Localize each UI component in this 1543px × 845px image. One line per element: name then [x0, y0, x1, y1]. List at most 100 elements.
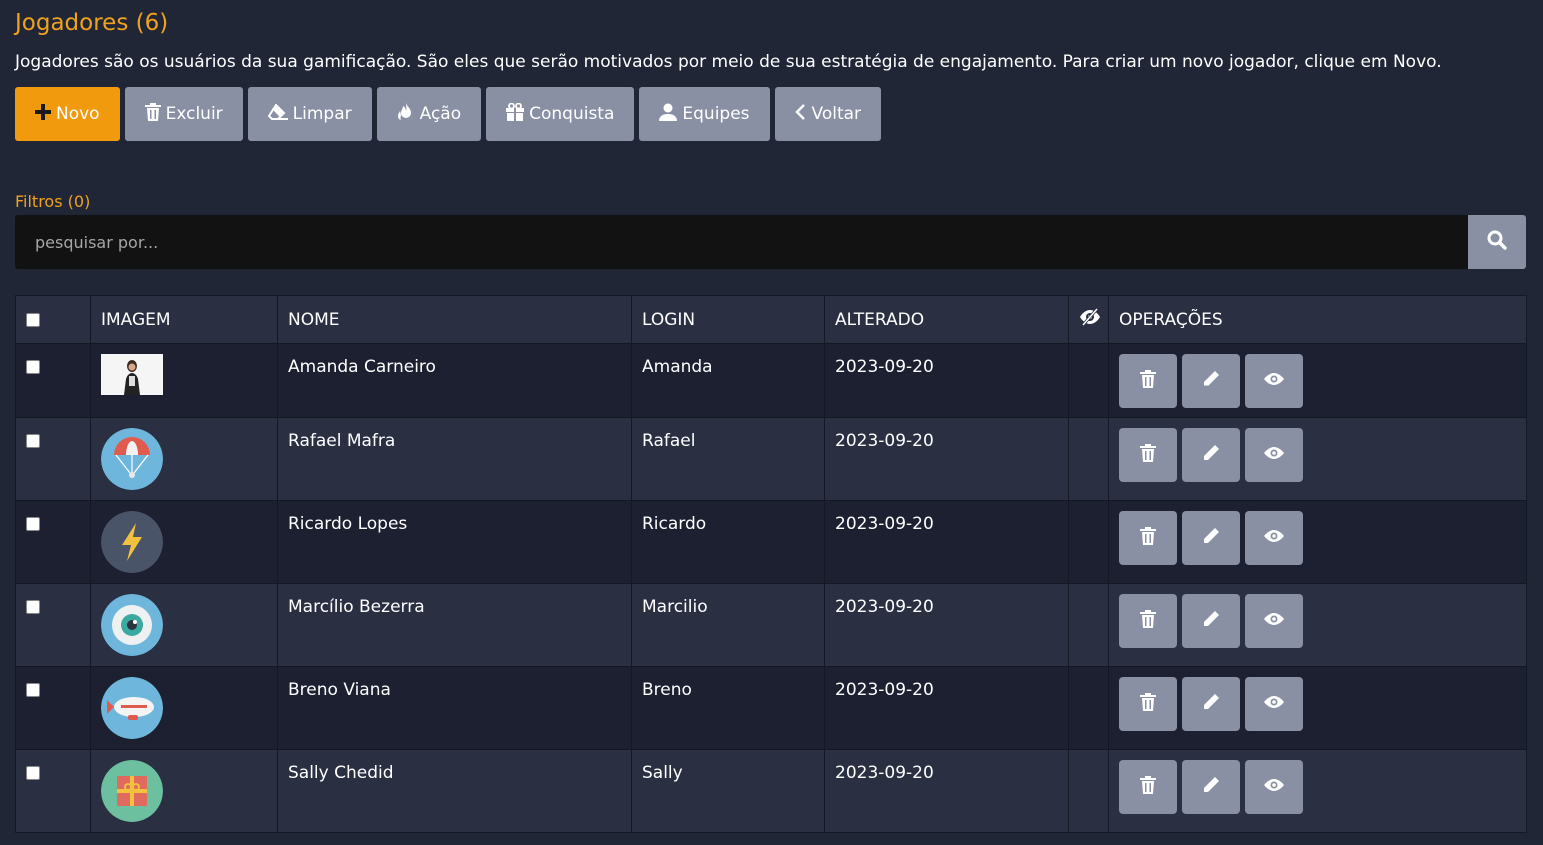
pencil-icon [1202, 610, 1220, 633]
player-changed: 2023-09-20 [824, 500, 1069, 584]
eye-avatar-icon [101, 594, 163, 656]
trash-icon [144, 103, 161, 125]
page-description: Jogadores são os usuários da sua gamific… [15, 52, 1442, 72]
pencil-icon [1202, 776, 1220, 799]
trash-icon [1140, 609, 1156, 633]
teams-button-label: Equipes [682, 104, 750, 124]
row-checkbox[interactable] [26, 360, 40, 374]
delete-row-button[interactable] [1119, 511, 1177, 565]
edit-row-button[interactable] [1182, 511, 1240, 565]
row-checkbox[interactable] [26, 683, 40, 697]
player-photo [101, 354, 163, 395]
view-row-button[interactable] [1245, 760, 1303, 814]
visibility-icon[interactable] [1079, 308, 1101, 331]
trash-icon [1140, 369, 1156, 393]
eye-icon [1263, 528, 1285, 548]
player-login: Sally [631, 749, 825, 833]
eye-icon [1263, 611, 1285, 631]
edit-row-button[interactable] [1182, 428, 1240, 482]
table-row: Sally Chedid Sally 2023-09-20 [15, 749, 1527, 833]
achievement-button-label: Conquista [529, 104, 615, 124]
table-row: Amanda Carneiro Amanda 2023-09-20 [15, 343, 1527, 418]
eraser-icon [267, 103, 288, 124]
lightning-icon [101, 511, 163, 573]
view-row-button[interactable] [1245, 511, 1303, 565]
player-name: Sally Chedid [277, 749, 632, 833]
player-name: Amanda Carneiro [277, 343, 632, 418]
row-checkbox[interactable] [26, 517, 40, 531]
player-name: Marcílio Bezerra [277, 583, 632, 667]
player-login: Amanda [631, 343, 825, 418]
player-changed: 2023-09-20 [824, 583, 1069, 667]
pencil-icon [1202, 444, 1220, 467]
table-row: Rafael Mafra Rafael 2023-09-20 [15, 417, 1527, 501]
player-name: Breno Viana [277, 666, 632, 750]
gift-icon [506, 102, 525, 125]
table-header-row: IMAGEM NOME LOGIN ALTERADO OPERAÇÕES [15, 295, 1527, 344]
trash-icon [1140, 775, 1156, 799]
player-name: Ricardo Lopes [277, 500, 632, 584]
delete-row-button[interactable] [1119, 677, 1177, 731]
fire-icon [397, 103, 415, 125]
blimp-icon [101, 677, 163, 739]
column-header-image[interactable]: IMAGEM [90, 295, 278, 344]
search-button[interactable] [1468, 215, 1526, 269]
pencil-icon [1202, 693, 1220, 716]
view-row-button[interactable] [1245, 594, 1303, 648]
player-changed: 2023-09-20 [824, 749, 1069, 833]
gift-avatar-icon [101, 760, 163, 822]
eye-icon [1263, 445, 1285, 465]
view-row-button[interactable] [1245, 677, 1303, 731]
view-row-button[interactable] [1245, 428, 1303, 482]
search-icon [1487, 230, 1507, 254]
column-header-name[interactable]: NOME [277, 295, 632, 344]
edit-row-button[interactable] [1182, 594, 1240, 648]
teams-button[interactable]: Equipes [639, 87, 770, 141]
eye-icon [1263, 777, 1285, 797]
player-changed: 2023-09-20 [824, 666, 1069, 750]
edit-row-button[interactable] [1182, 677, 1240, 731]
select-all-checkbox[interactable] [26, 312, 40, 327]
player-login: Rafael [631, 417, 825, 501]
player-login: Marcilio [631, 583, 825, 667]
row-checkbox[interactable] [26, 600, 40, 614]
trash-icon [1140, 526, 1156, 550]
action-button[interactable]: Ação [376, 87, 482, 141]
column-header-login[interactable]: LOGIN [631, 295, 825, 344]
user-icon [659, 103, 678, 125]
delete-row-button[interactable] [1119, 354, 1177, 408]
player-changed: 2023-09-20 [824, 417, 1069, 501]
delete-row-button[interactable] [1119, 760, 1177, 814]
delete-row-button[interactable] [1119, 428, 1177, 482]
search-bar [15, 215, 1526, 269]
search-input[interactable] [15, 215, 1467, 269]
column-header-changed[interactable]: ALTERADO [824, 295, 1069, 344]
parachute-icon [101, 428, 163, 490]
row-checkbox[interactable] [26, 434, 40, 448]
edit-row-button[interactable] [1182, 760, 1240, 814]
delete-button[interactable]: Excluir [124, 87, 243, 141]
action-button-label: Ação [419, 104, 462, 124]
player-login: Ricardo [631, 500, 825, 584]
player-login: Breno [631, 666, 825, 750]
new-button-label: Novo [56, 104, 100, 124]
trash-icon [1140, 692, 1156, 716]
chevron-left-icon [794, 104, 807, 124]
players-table: IMAGEM NOME LOGIN ALTERADO OPERAÇÕES Ama… [15, 295, 1527, 833]
back-button[interactable]: Voltar [774, 87, 882, 141]
trash-icon [1140, 443, 1156, 467]
achievement-button[interactable]: Conquista [486, 87, 635, 141]
view-row-button[interactable] [1245, 354, 1303, 408]
filters-label: Filtros (0) [15, 192, 91, 211]
new-button[interactable]: Novo [15, 87, 120, 141]
delete-row-button[interactable] [1119, 594, 1177, 648]
clear-button[interactable]: Limpar [247, 87, 372, 141]
row-checkbox[interactable] [26, 766, 40, 780]
back-button-label: Voltar [811, 104, 862, 124]
table-row: Marcílio Bezerra Marcilio 2023-09-20 [15, 583, 1527, 667]
table-row: Ricardo Lopes Ricardo 2023-09-20 [15, 500, 1527, 584]
plus-icon [35, 104, 51, 124]
edit-row-button[interactable] [1182, 354, 1240, 408]
delete-button-label: Excluir [165, 104, 223, 124]
pencil-icon [1202, 370, 1220, 393]
